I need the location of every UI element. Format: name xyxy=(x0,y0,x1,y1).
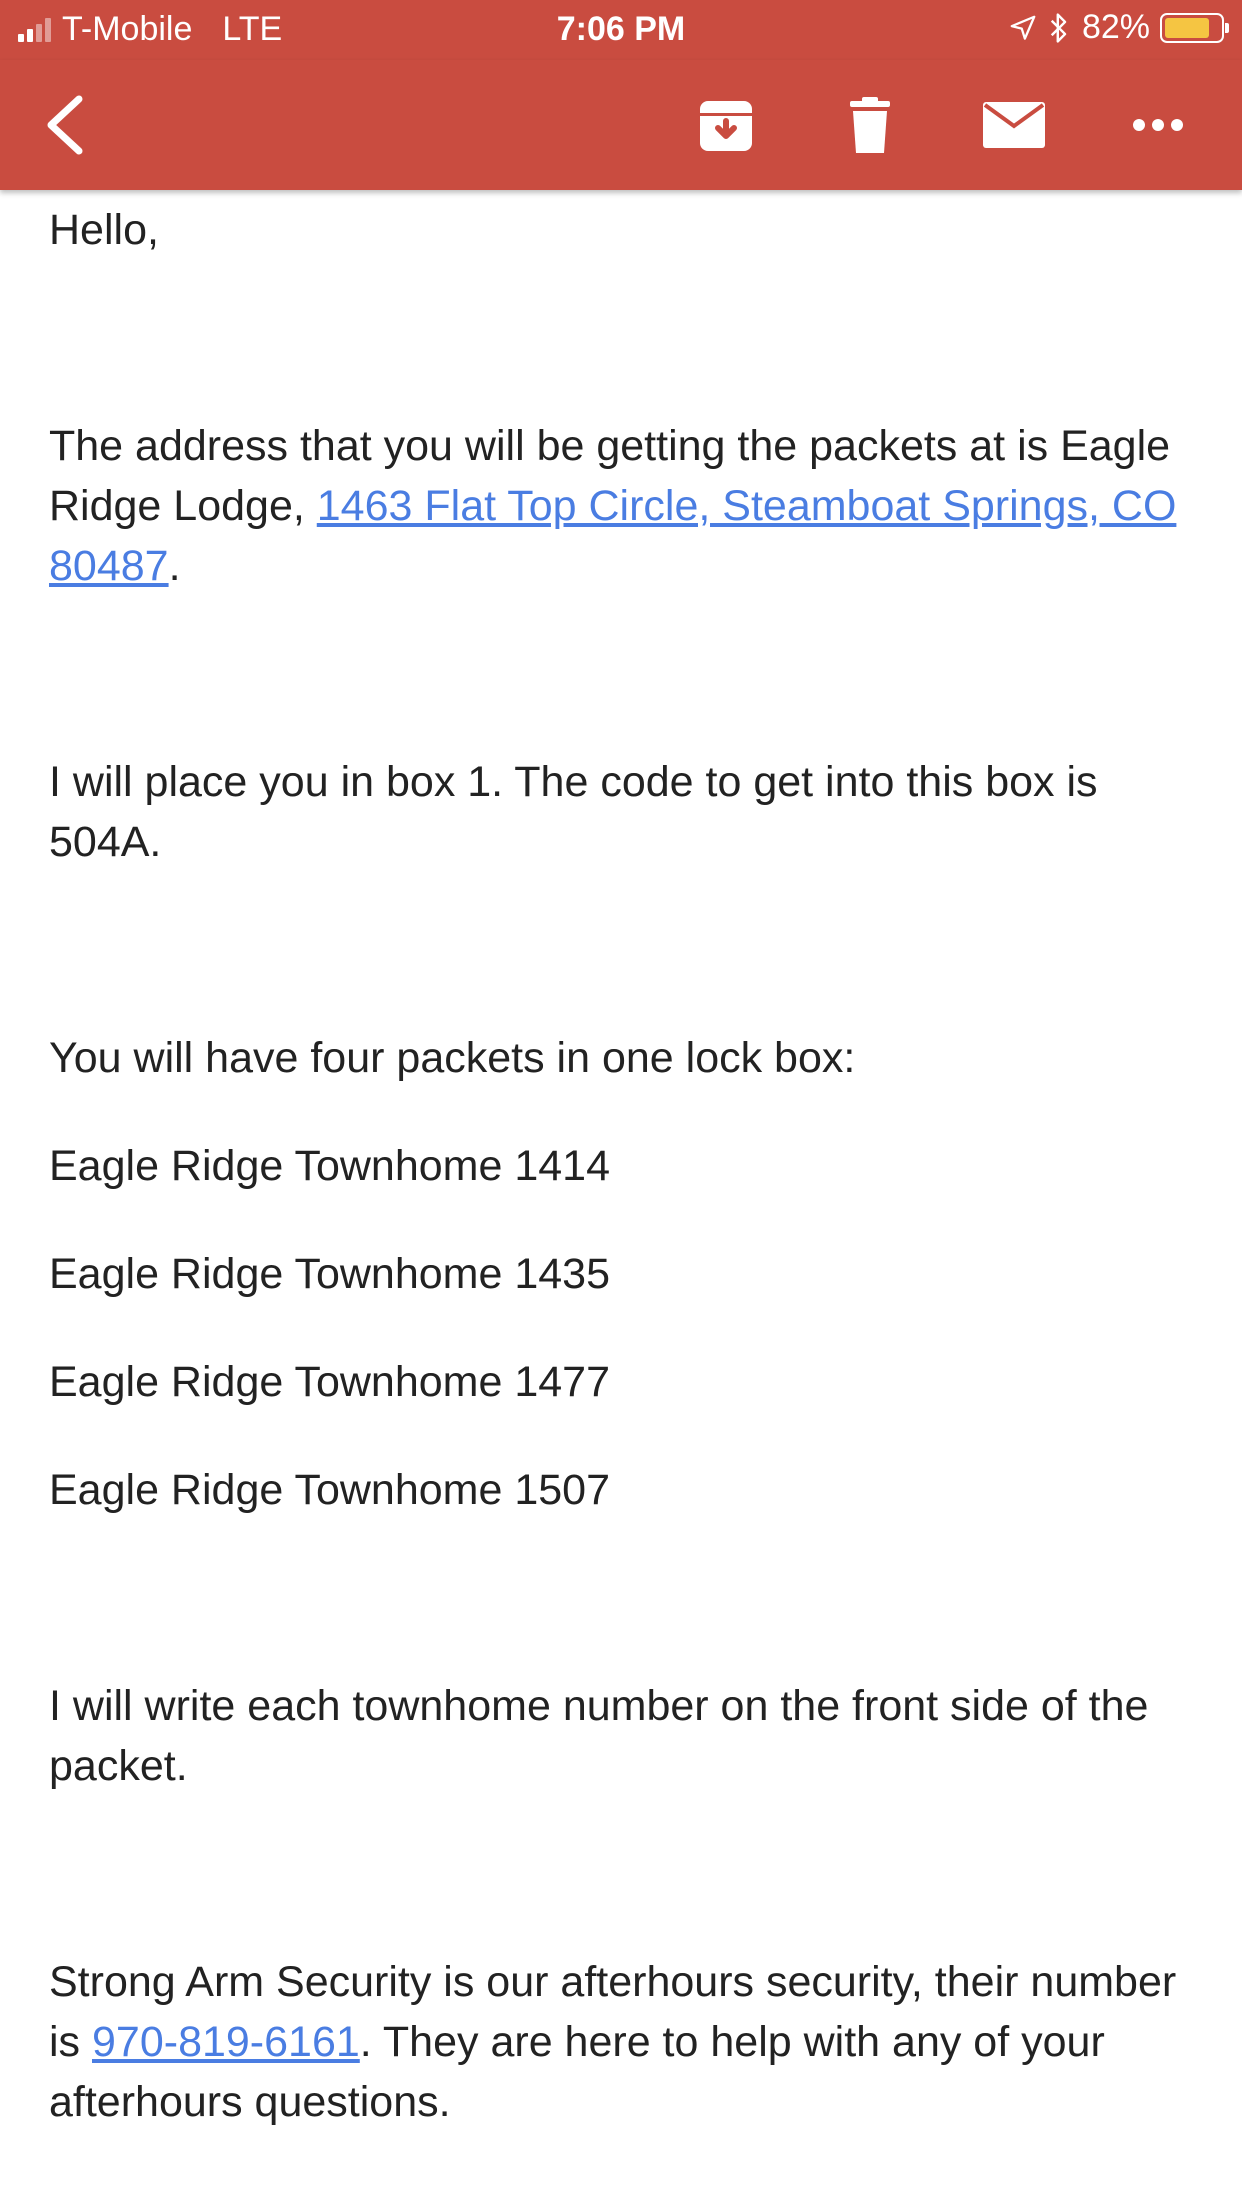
greeting: Hello, xyxy=(49,206,159,254)
battery-cap xyxy=(1225,22,1229,33)
more-icon xyxy=(1133,119,1183,131)
delete-button[interactable] xyxy=(815,60,925,190)
packet-item: Eagle Ridge Townhome 1477 xyxy=(49,1358,610,1406)
address-end: . xyxy=(168,542,181,590)
email-body: Hello, The address that you will be gett… xyxy=(49,190,1189,2132)
packet-item: Eagle Ridge Townhome 1435 xyxy=(49,1250,610,1298)
packets-intro: You will have four packets in one lock b… xyxy=(49,1034,856,1082)
box-code-paragraph: I will place you in box 1. The code to g… xyxy=(49,758,1098,866)
battery-icon xyxy=(1160,12,1229,43)
bluetooth-icon xyxy=(1050,12,1067,43)
back-icon xyxy=(47,95,83,155)
battery-fill xyxy=(1165,17,1210,38)
townhome-number-paragraph: I will write each townhome number on the… xyxy=(49,1682,1149,1790)
location-icon xyxy=(1010,15,1036,40)
packet-item: Eagle Ridge Townhome 1414 xyxy=(49,1142,610,1190)
packet-item: Eagle Ridge Townhome 1507 xyxy=(49,1466,610,1514)
phone-link[interactable]: 970-819-6161 xyxy=(92,2018,360,2066)
security-paragraph: Strong Arm Security is our afterhours se… xyxy=(49,1952,1189,2132)
status-right: 82% xyxy=(1008,8,1229,47)
mark-unread-button[interactable] xyxy=(959,60,1069,190)
email-toolbar xyxy=(0,60,1242,190)
battery-percent: 82% xyxy=(1081,8,1150,46)
trash-icon xyxy=(850,97,890,153)
archive-button[interactable] xyxy=(671,60,781,190)
more-button[interactable] xyxy=(1103,60,1213,190)
archive-icon xyxy=(700,101,752,151)
mail-icon xyxy=(983,102,1045,148)
address-paragraph: The address that you will be getting the… xyxy=(49,416,1189,596)
status-bar: T-Mobile LTE 7:06 PM 82% xyxy=(0,0,1242,60)
back-button[interactable] xyxy=(10,60,120,190)
